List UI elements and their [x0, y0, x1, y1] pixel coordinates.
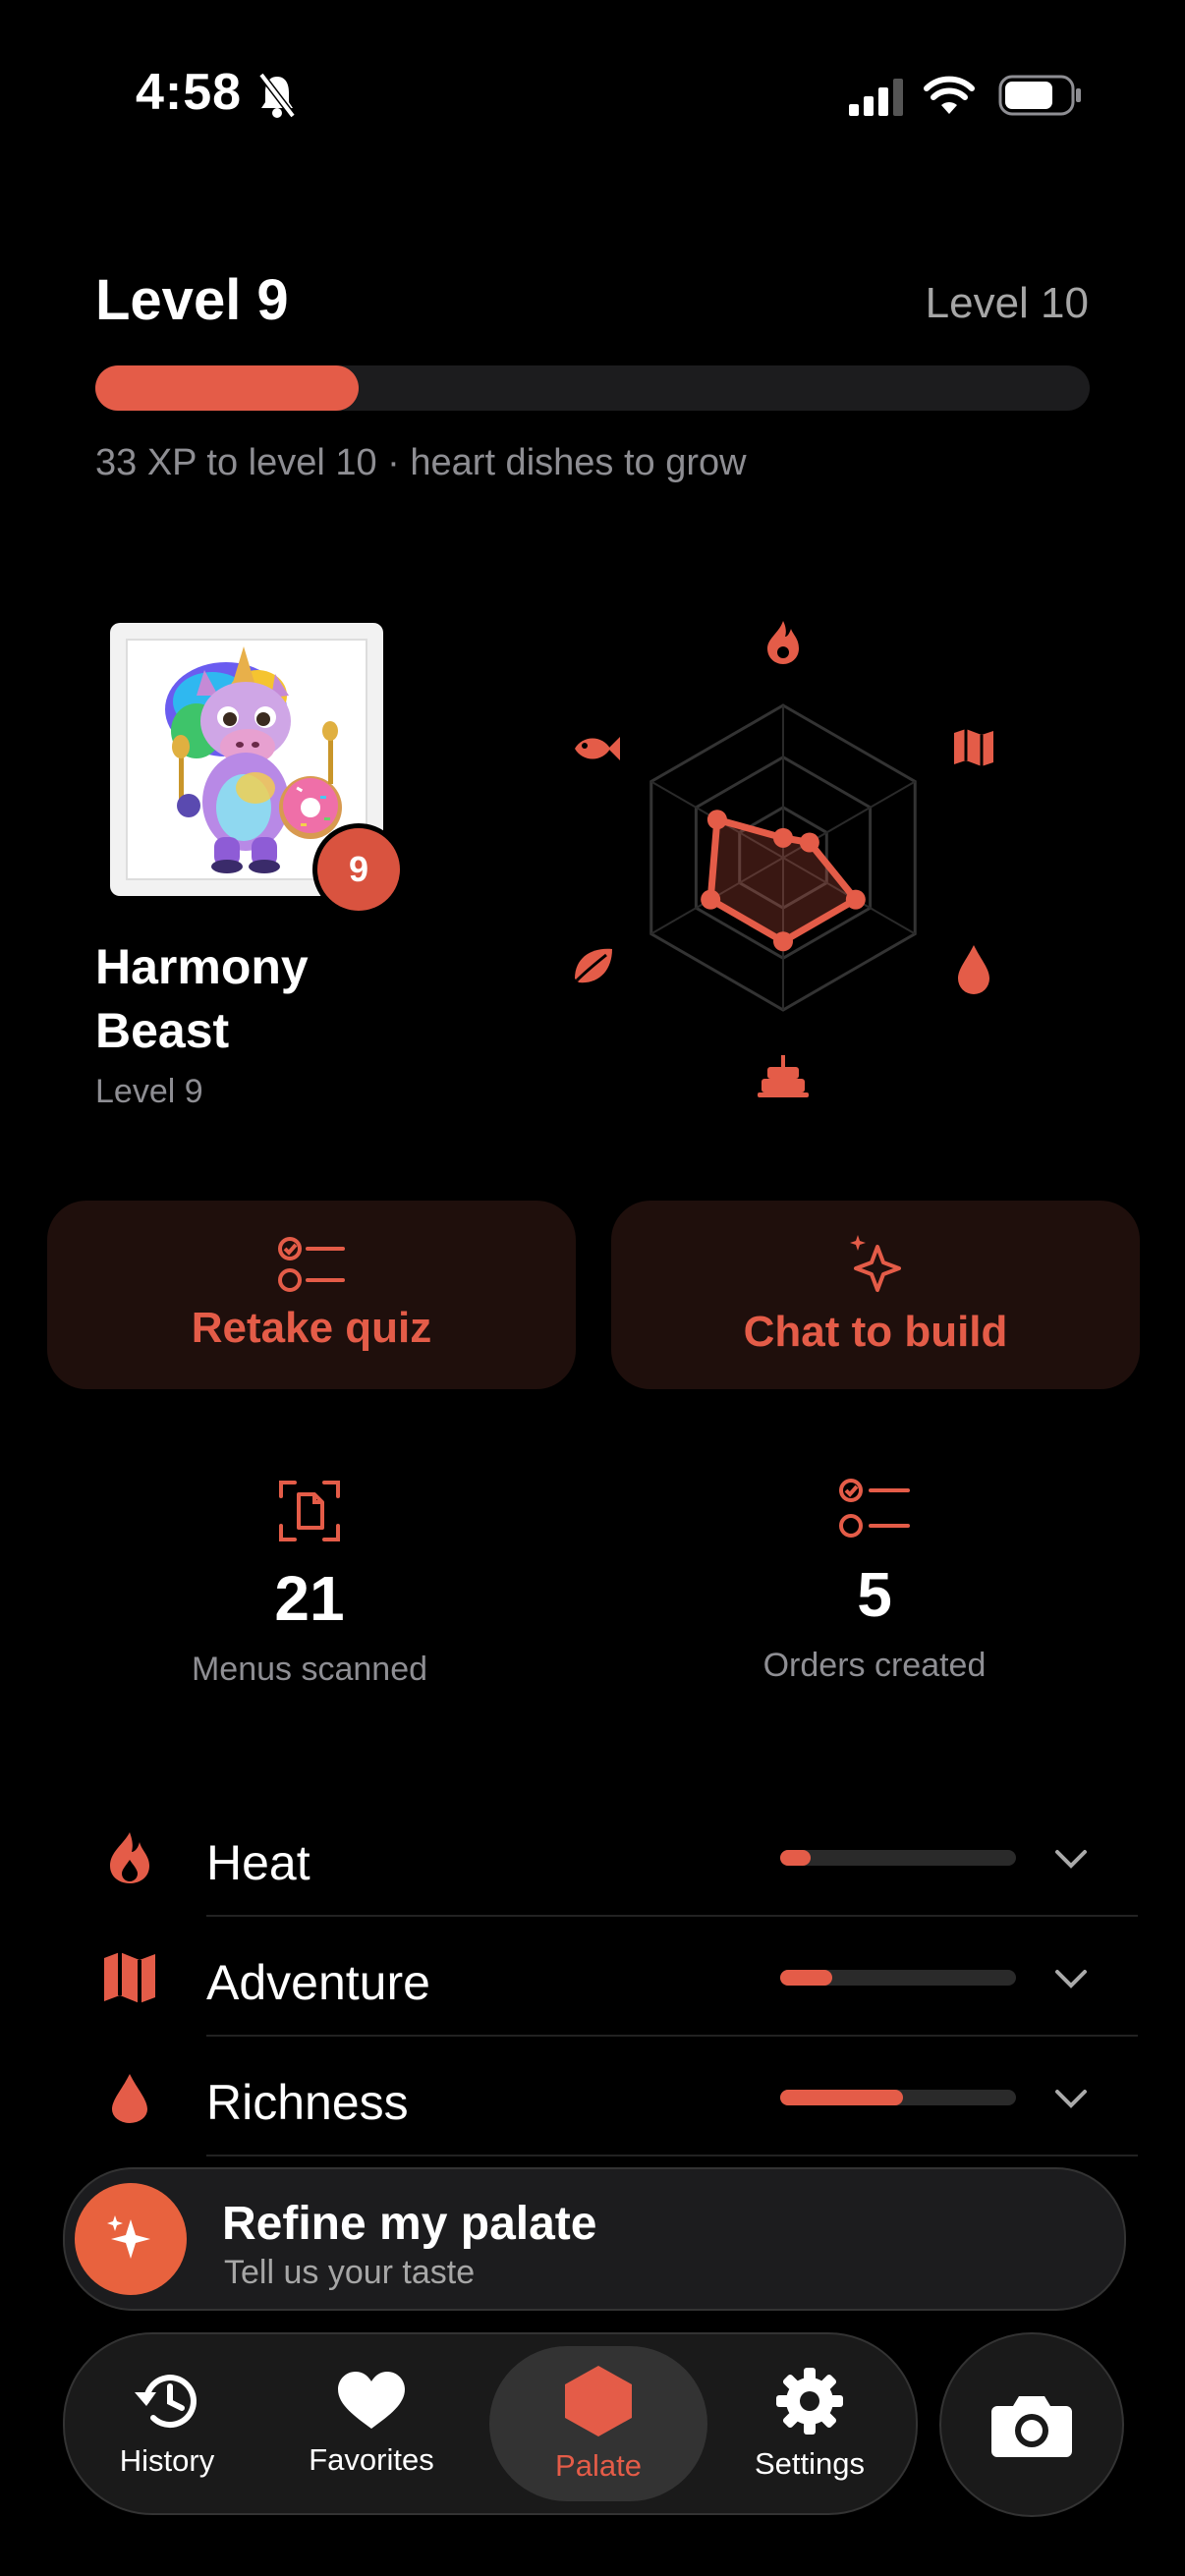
trait-level-bar	[780, 2090, 1016, 2105]
sweetness-icon	[758, 1055, 809, 1097]
tab-settings-label: Settings	[754, 2446, 865, 2481]
current-level-title: Level 9	[95, 268, 289, 332]
camera-icon	[991, 2396, 1072, 2457]
menus-scanned-stat: 21 Menus scanned	[34, 1479, 585, 1689]
radar-point	[799, 832, 819, 853]
trait-name: Heat	[206, 1835, 310, 1890]
history-icon	[135, 2375, 197, 2429]
beast-level: Level 9	[95, 1073, 203, 1110]
seafood-icon	[575, 737, 620, 760]
trait-row-richness[interactable]: Richness	[0, 2037, 1185, 2156]
radar-point	[773, 931, 793, 952]
refine-sparkle-button[interactable]	[75, 2183, 187, 2295]
cellular-signal-icon	[849, 79, 903, 116]
chat-to-build-label: Chat to build	[743, 1308, 1008, 1356]
tab-bar: History Favorites Palate Settings	[63, 2332, 918, 2515]
freshness-icon	[575, 948, 612, 983]
heart-icon	[338, 2372, 405, 2429]
tab-palate[interactable]: Palate	[489, 2346, 707, 2501]
menus-scanned-count: 21	[274, 1563, 345, 1634]
orders-created-stat: 5 Orders created	[599, 1479, 1150, 1685]
xp-progress-bar	[95, 365, 1090, 411]
radar-point	[706, 810, 727, 830]
tab-history[interactable]: History	[83, 2334, 252, 2513]
adventure-icon	[104, 1952, 155, 2003]
checklist-icon	[278, 1237, 345, 1292]
tab-history-label: History	[119, 2443, 215, 2478]
beast-name: Harmony Beast	[95, 939, 309, 1058]
tab-favorites-label: Favorites	[309, 2442, 434, 2477]
adventure-icon	[954, 729, 993, 766]
orders-created-caption: Orders created	[762, 1647, 987, 1684]
trait-name: Richness	[206, 2075, 409, 2130]
wifi-icon	[924, 76, 975, 114]
hexagon-icon	[565, 2366, 632, 2436]
scan-document-icon	[279, 1481, 340, 1541]
checklist-icon	[839, 1479, 910, 1538]
trait-level-bar	[780, 1970, 1016, 1986]
trait-level-bar	[780, 1850, 1016, 1866]
palate-radar-chart	[575, 621, 993, 1097]
xp-progress-fill	[95, 365, 360, 411]
richness-icon	[958, 945, 989, 994]
heat-icon	[767, 621, 799, 664]
gear-icon	[776, 2368, 843, 2435]
radar-point	[845, 889, 866, 910]
trait-name: Adventure	[206, 1955, 430, 2010]
level-badge: 9	[312, 823, 405, 916]
tab-settings[interactable]: Settings	[725, 2334, 894, 2513]
menus-scanned-caption: Menus scanned	[191, 1651, 428, 1688]
sparkles-icon	[850, 1235, 901, 1292]
xp-caption: 33 XP to level 10 · heart dishes to grow	[95, 442, 747, 483]
next-level-label: Level 10	[925, 279, 1089, 327]
trait-row-adventure[interactable]: Adventure	[0, 1917, 1185, 2037]
heat-icon	[110, 1832, 149, 1883]
chat-to-build-button[interactable]: Chat to build	[611, 1201, 1140, 1389]
refine-subtitle: Tell us your taste	[224, 2254, 476, 2291]
refine-title: Refine my palate	[222, 2198, 597, 2250]
trait-row-heat[interactable]: Heat	[0, 1797, 1185, 1917]
chevron-down-icon	[1055, 2090, 1087, 2108]
silent-mode-icon	[258, 72, 296, 119]
orders-created-count: 5	[857, 1559, 892, 1630]
status-time: 4:58	[136, 64, 243, 121]
tab-palate-label: Palate	[555, 2448, 642, 2483]
chevron-down-icon	[1055, 1970, 1087, 1988]
refine-palate-banner[interactable]: Refine my palate Tell us your taste	[63, 2167, 1126, 2311]
radar-point	[701, 889, 721, 910]
battery-icon	[998, 75, 1081, 116]
retake-quiz-label: Retake quiz	[191, 1304, 432, 1352]
radar-point	[773, 827, 793, 848]
sparkles-icon	[107, 2215, 150, 2259]
camera-button[interactable]	[939, 2332, 1124, 2517]
tab-favorites[interactable]: Favorites	[287, 2334, 456, 2513]
chevron-down-icon	[1055, 1850, 1087, 1869]
richness-icon	[112, 2074, 147, 2123]
retake-quiz-button[interactable]: Retake quiz	[47, 1201, 576, 1389]
